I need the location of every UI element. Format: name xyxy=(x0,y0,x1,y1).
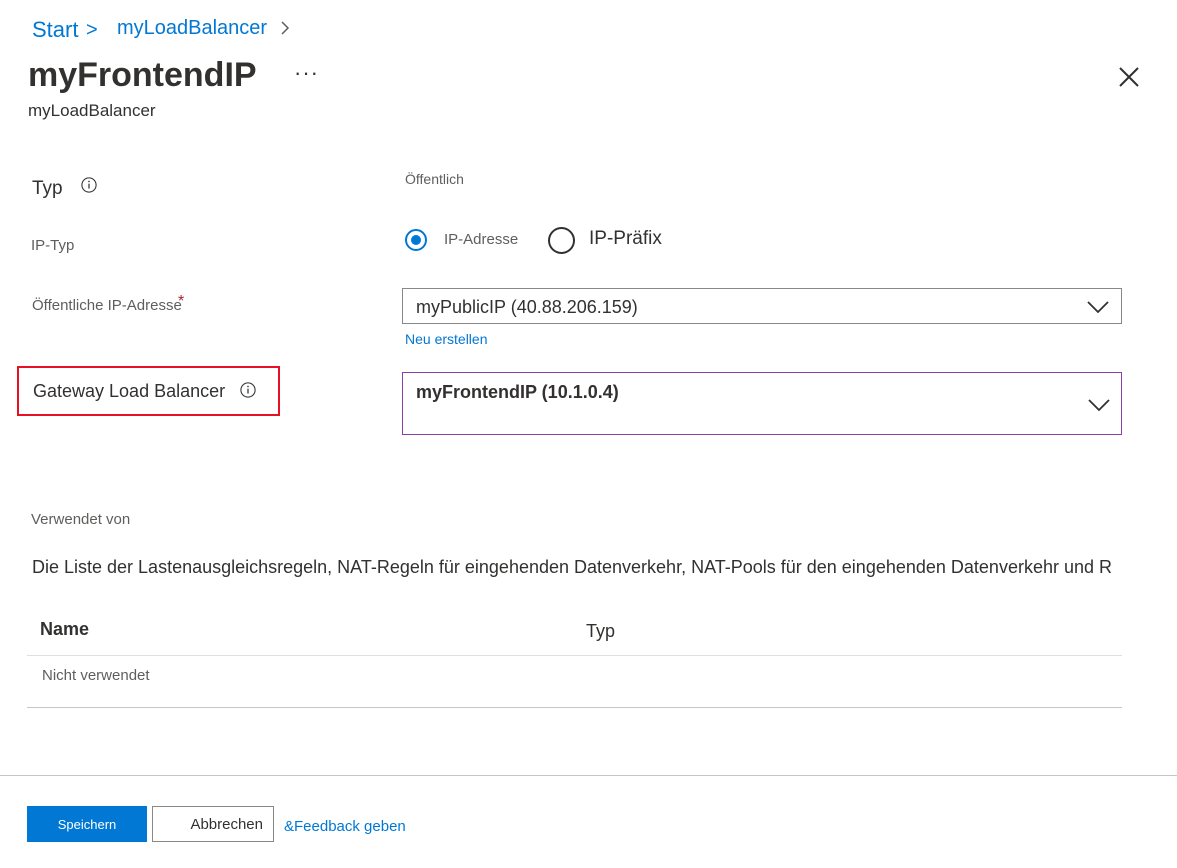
required-marker: * xyxy=(178,293,185,310)
chevron-down-icon xyxy=(1088,399,1110,412)
cancel-button[interactable]: Abbrechen xyxy=(152,806,274,842)
breadcrumb-parent-link[interactable]: myLoadBalancer xyxy=(117,17,267,40)
more-actions-button[interactable]: ··· xyxy=(294,60,319,86)
ip-address-radio[interactable] xyxy=(405,229,427,251)
typ-value: Öffentlich xyxy=(405,171,464,187)
save-button[interactable]: Speichern xyxy=(27,806,147,842)
breadcrumb-separator: > xyxy=(86,19,98,41)
public-ip-label: Öffentliche IP-Adresse xyxy=(32,297,182,314)
public-ip-select[interactable]: myPublicIP (40.88.206.159) xyxy=(402,288,1122,324)
ip-address-radio-label: IP-Adresse xyxy=(444,231,519,248)
table-row-empty: Nicht verwendet xyxy=(42,667,150,684)
gateway-lb-select[interactable]: myFrontendIP (10.1.0.4) xyxy=(402,372,1122,435)
column-header-name[interactable]: Name xyxy=(40,619,89,640)
ip-type-label: IP-Typ xyxy=(31,237,75,254)
footer-divider xyxy=(0,775,1177,776)
page-subtitle: myLoadBalancer xyxy=(28,101,156,120)
public-ip-select-value: myPublicIP (40.88.206.159) xyxy=(416,297,638,317)
table-header-divider xyxy=(27,655,1122,656)
used-by-label: Verwendet von xyxy=(31,511,131,528)
used-by-description: Die Liste der Lastenausgleichsregeln, NA… xyxy=(32,557,1112,577)
chevron-right-icon xyxy=(281,21,290,35)
gateway-lb-label: Gateway Load Balancer xyxy=(33,381,226,401)
create-new-link[interactable]: Neu erstellen xyxy=(405,331,488,347)
feedback-link[interactable]: &Feedback geben xyxy=(284,818,406,835)
info-icon[interactable] xyxy=(240,382,256,398)
ip-prefix-radio-label: IP-Präfix xyxy=(589,228,662,249)
page-title: myFrontendIP xyxy=(28,56,257,94)
gateway-lb-select-value: myFrontendIP (10.1.0.4) xyxy=(416,382,619,402)
close-icon[interactable] xyxy=(1114,62,1144,92)
breadcrumb-start-link[interactable]: Start xyxy=(32,17,78,43)
column-header-typ[interactable]: Typ xyxy=(586,621,615,642)
info-icon[interactable] xyxy=(81,177,97,193)
chevron-down-icon xyxy=(1087,301,1109,314)
typ-label: Typ xyxy=(32,178,63,199)
ip-prefix-radio[interactable] xyxy=(548,227,575,254)
table-bottom-divider xyxy=(27,707,1122,708)
